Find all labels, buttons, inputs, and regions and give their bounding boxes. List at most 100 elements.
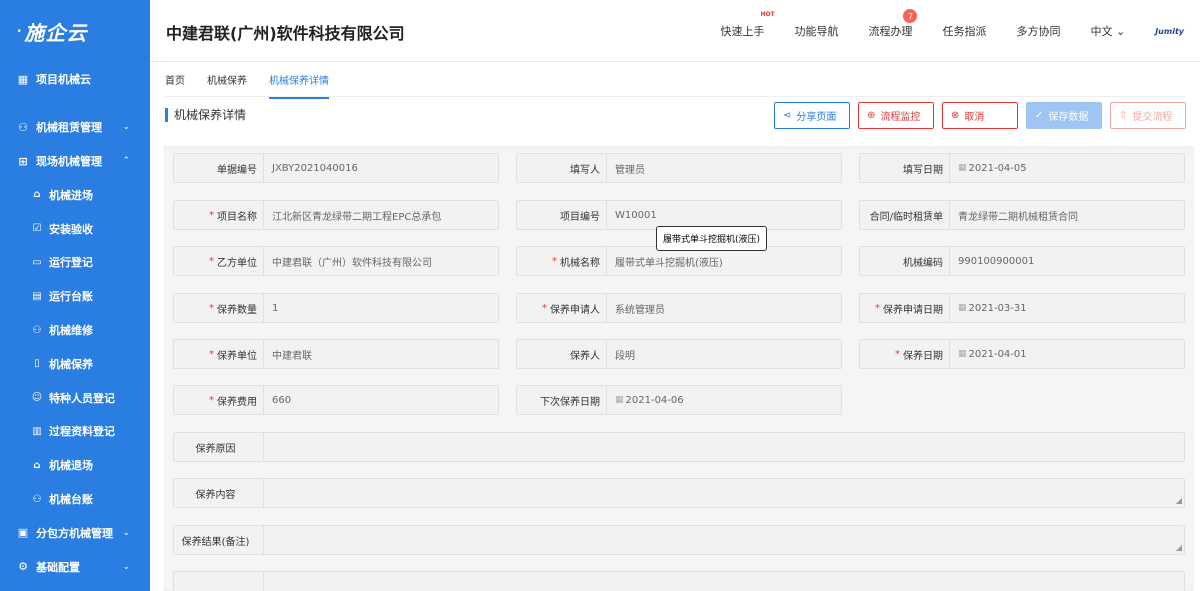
cancel-button[interactable]: ⊗ 取消 [942, 102, 1018, 129]
sidebar-sub-ledger[interactable]: ⚇ 机械台账 [0, 482, 150, 516]
sidebar-sub-label: 机械保养 [49, 357, 93, 371]
grid-icon: ▦ [17, 72, 29, 86]
sidebar-item-subcontract[interactable]: ▣ 分包方机械管理 ⌄ [0, 516, 150, 550]
sidebar-sub-maintenance[interactable]: ▯ 机械保养 [0, 347, 150, 381]
sidebar-sub-exit[interactable]: ⌂ 机械退场 [0, 448, 150, 482]
sidebar-sub-label: 机械维修 [49, 324, 93, 338]
language-select[interactable]: 中文 ⌄ [1090, 23, 1125, 39]
notification-badge: 7 [903, 9, 918, 23]
save-button[interactable]: ✓ 保存数据 [1026, 102, 1102, 129]
nav-collab[interactable]: 多方协同 [1016, 23, 1060, 39]
field-label: 保养内容 [174, 479, 264, 507]
toolbar: ⋖ 分享页面 ⊕ 流程监控 ⊗ 取消 ✓ 保存数据 ⇧ 提交流程 [766, 102, 1186, 129]
check-circle-icon: ✓ [1035, 110, 1044, 121]
sidebar: · 施企云 ▦ 项目机械云 ⚇ 机械租赁管理 ⌄ ⊞ 现场机械管理 ⌃ ⌂ 机械进… [0, 0, 150, 591]
sidebar-sub-label: 机械退场 [49, 459, 93, 473]
field-value[interactable]: 段明 [607, 340, 841, 368]
chevron-down-icon: ⌄ [122, 122, 130, 132]
result-textarea[interactable] [264, 526, 1184, 554]
required-mark: * [209, 394, 214, 406]
field-value[interactable]: 青龙绿带二期机械租赁合同 [950, 201, 1184, 229]
field-maintainer: 保养人 段明 [516, 339, 842, 369]
field-unit: * 保养单位 中建君联 [173, 339, 499, 369]
sidebar-sub-label: 机械台账 [49, 493, 93, 507]
sidebar-item-onsite[interactable]: ⊞ 现场机械管理 ⌃ [0, 144, 150, 178]
cancel-icon: ⊗ [951, 110, 960, 121]
field-doc-no: 单据编号 JXBY2021040016 [173, 153, 499, 183]
field-value[interactable]: 江北新区青龙绿带二期工程EPC总承包 [264, 201, 498, 229]
resize-handle-icon[interactable]: ◢ [1176, 496, 1182, 505]
required-mark: * [875, 302, 880, 314]
breadcrumb-maintenance[interactable]: 机械保养 [207, 72, 247, 99]
sidebar-sub-entry[interactable]: ⌂ 机械进场 [0, 178, 150, 212]
date-picker[interactable]: ▦ 2021-04-05 [950, 154, 1184, 182]
field-cost: * 保养费用 660 [173, 385, 499, 415]
label-text: 保养申请人 [550, 304, 600, 316]
nav-process[interactable]: 7 流程办理 [868, 9, 918, 39]
field-value[interactable]: W10001 [607, 201, 841, 229]
nav-tasks[interactable]: 任务指派 [942, 23, 986, 39]
field-label: 合同/临时租赁单 [860, 201, 950, 229]
nav-quick-start[interactable]: HOT 快速上手 [720, 11, 774, 39]
monitor-button[interactable]: ⊕ 流程监控 [858, 102, 934, 129]
sidebar-item-config[interactable]: ⚙ 基础配置 ⌄ [0, 550, 150, 584]
chevron-down-icon: ⌄ [122, 527, 130, 538]
date-picker[interactable]: ▦ 2021-03-31 [950, 294, 1184, 322]
field-value[interactable]: 系统管理员 [607, 294, 841, 322]
content-textarea[interactable] [264, 479, 1184, 507]
top-nav: HOT 快速上手 功能导航 7 流程办理 任务指派 多方协同 中文 ⌄ Jumity [720, 0, 1200, 62]
field-value[interactable]: 中建君联（广州）软件科技有限公司 [264, 247, 498, 275]
submit-button[interactable]: ⇧ 提交流程 [1110, 102, 1186, 129]
logo-text: 施企云 [24, 20, 88, 45]
cancel-label: 取消 [964, 112, 985, 123]
date-picker[interactable]: ▦ 2021-04-01 [950, 340, 1184, 368]
nav-function[interactable]: 功能导航 [794, 23, 838, 39]
field-next-date: 下次保养日期 ▦ 2021-04-06 [516, 385, 842, 415]
reason-input[interactable] [264, 433, 1184, 461]
field-value[interactable]: 管理员 [607, 154, 841, 182]
sidebar-sub-acceptance[interactable]: ☑ 安装验收 [0, 212, 150, 246]
field-value[interactable]: 1 [264, 294, 498, 322]
logo[interactable]: · 施企云 [0, 0, 150, 62]
field-value[interactable]: 中建君联 [264, 340, 498, 368]
brand-logo: Jumity [1155, 26, 1184, 36]
field-value[interactable]: JXBY2021040016 [264, 154, 498, 182]
chevron-up-icon: ⌃ [122, 156, 130, 166]
sidebar-sub-operation-reg[interactable]: ▭ 运行登记 [0, 246, 150, 280]
field-value[interactable]: 履带式单斗挖掘机(液压) [607, 247, 841, 275]
sidebar-sub-process-docs[interactable]: ▥ 过程资料登记 [0, 415, 150, 449]
sidebar-item-label: 分包方机械管理 [36, 526, 113, 540]
attachment-upload[interactable] [264, 572, 1184, 591]
monitor-label: 流程监控 [880, 112, 921, 123]
sidebar-sub-operation-ledger[interactable]: ▤ 运行台账 [0, 279, 150, 313]
date-value: 2021-04-06 [625, 394, 684, 406]
sidebar-item-rental[interactable]: ⚇ 机械租赁管理 ⌄ [0, 110, 150, 144]
required-mark: * [542, 302, 547, 314]
date-value: 2021-04-05 [968, 162, 1027, 174]
upload-icon: ⇧ [1119, 110, 1128, 121]
sidebar-item-project-cloud[interactable]: ▦ 项目机械云 [0, 62, 150, 96]
share-button[interactable]: ⋖ 分享页面 [774, 102, 850, 129]
breadcrumb-detail[interactable]: 机械保养详情 [269, 72, 329, 99]
sidebar-sub-label: 特种人员登记 [49, 391, 115, 405]
required-mark: * [552, 255, 557, 267]
submit-label: 提交流程 [1132, 112, 1173, 123]
field-label: * 机械名称 [517, 247, 607, 275]
field-label: 保养原因 [174, 433, 264, 461]
field-apply-date: * 保养申请日期 ▦ 2021-03-31 [859, 293, 1185, 323]
sidebar-item-label: 基础配置 [36, 560, 80, 574]
date-picker[interactable]: ▦ 2021-04-06 [607, 386, 841, 414]
resize-handle-icon[interactable]: ◢ [1176, 543, 1182, 552]
tooltip: 履带式单斗挖掘机(液压) [656, 226, 768, 251]
field-attachment [173, 571, 1185, 591]
field-label: * 保养单位 [174, 340, 264, 368]
field-value[interactable]: 660 [264, 386, 498, 414]
chart-icon: ▭ [32, 256, 42, 268]
field-value[interactable]: 990100900001 [950, 247, 1184, 275]
calendar-icon: ▦ [958, 303, 967, 313]
repair-icon: ⚇ [32, 324, 42, 336]
sidebar-sub-repair[interactable]: ⚇ 机械维修 [0, 313, 150, 347]
sidebar-sub-special-staff[interactable]: ☺ 特种人员登记 [0, 381, 150, 415]
header: 中建君联(广州)软件科技有限公司 HOT 快速上手 功能导航 7 流程办理 任务指派… [150, 0, 1200, 62]
breadcrumb-home[interactable]: 首页 [165, 72, 185, 99]
